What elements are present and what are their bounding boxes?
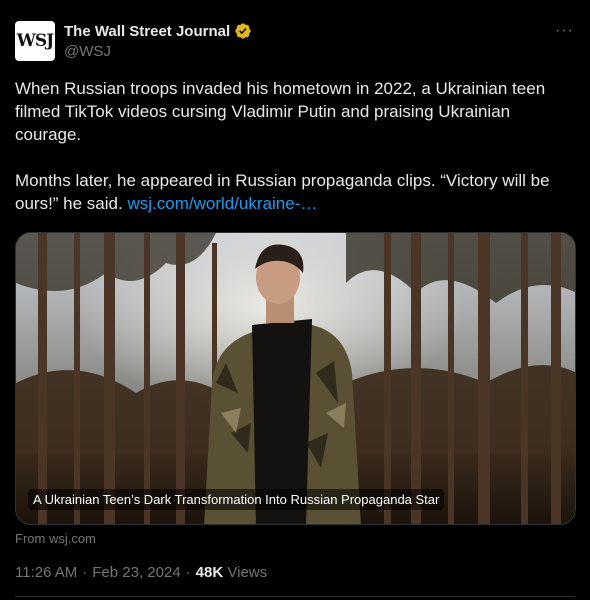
article-link[interactable]: wsj.com/world/ukraine-… — [127, 194, 317, 213]
tweet-paragraph-2: Months later, he appeared in Russian pro… — [15, 169, 575, 215]
author-name-row: The Wall Street Journal — [64, 22, 252, 40]
author-display-name[interactable]: The Wall Street Journal — [64, 23, 230, 40]
avatar-logo-text: WSJ — [16, 31, 54, 51]
tweet-paragraph-1: When Russian troops invaded his hometown… — [15, 79, 546, 144]
author-handle[interactable]: @WSJ — [64, 43, 111, 60]
tweet: WSJ The Wall Street Journal @WSJ ··· Whe… — [0, 0, 590, 600]
link-card[interactable]: A Ukrainian Teen’s Dark Transformation I… — [15, 232, 576, 525]
tweet-date[interactable]: Feb 23, 2024 — [92, 564, 180, 581]
views-count: 48K — [195, 564, 224, 581]
card-image — [16, 233, 575, 524]
meta-separator: · — [82, 564, 88, 581]
views[interactable]: 48K Views — [196, 564, 267, 581]
tweet-text: When Russian troops invaded his hometown… — [15, 77, 575, 215]
divider — [15, 596, 575, 597]
views-label: Views — [227, 564, 268, 581]
card-title: A Ukrainian Teen’s Dark Transformation I… — [28, 489, 445, 510]
tweet-time[interactable]: 11:26 AM — [15, 564, 77, 581]
verified-badge-icon — [235, 23, 251, 39]
card-source[interactable]: From wsj.com — [15, 531, 96, 546]
meta-separator: · — [185, 564, 191, 581]
tweet-meta: 11:26 AM · Feb 23, 2024 · 48K Views — [15, 564, 267, 581]
avatar[interactable]: WSJ — [15, 21, 55, 61]
more-options-icon[interactable]: ··· — [555, 22, 574, 40]
